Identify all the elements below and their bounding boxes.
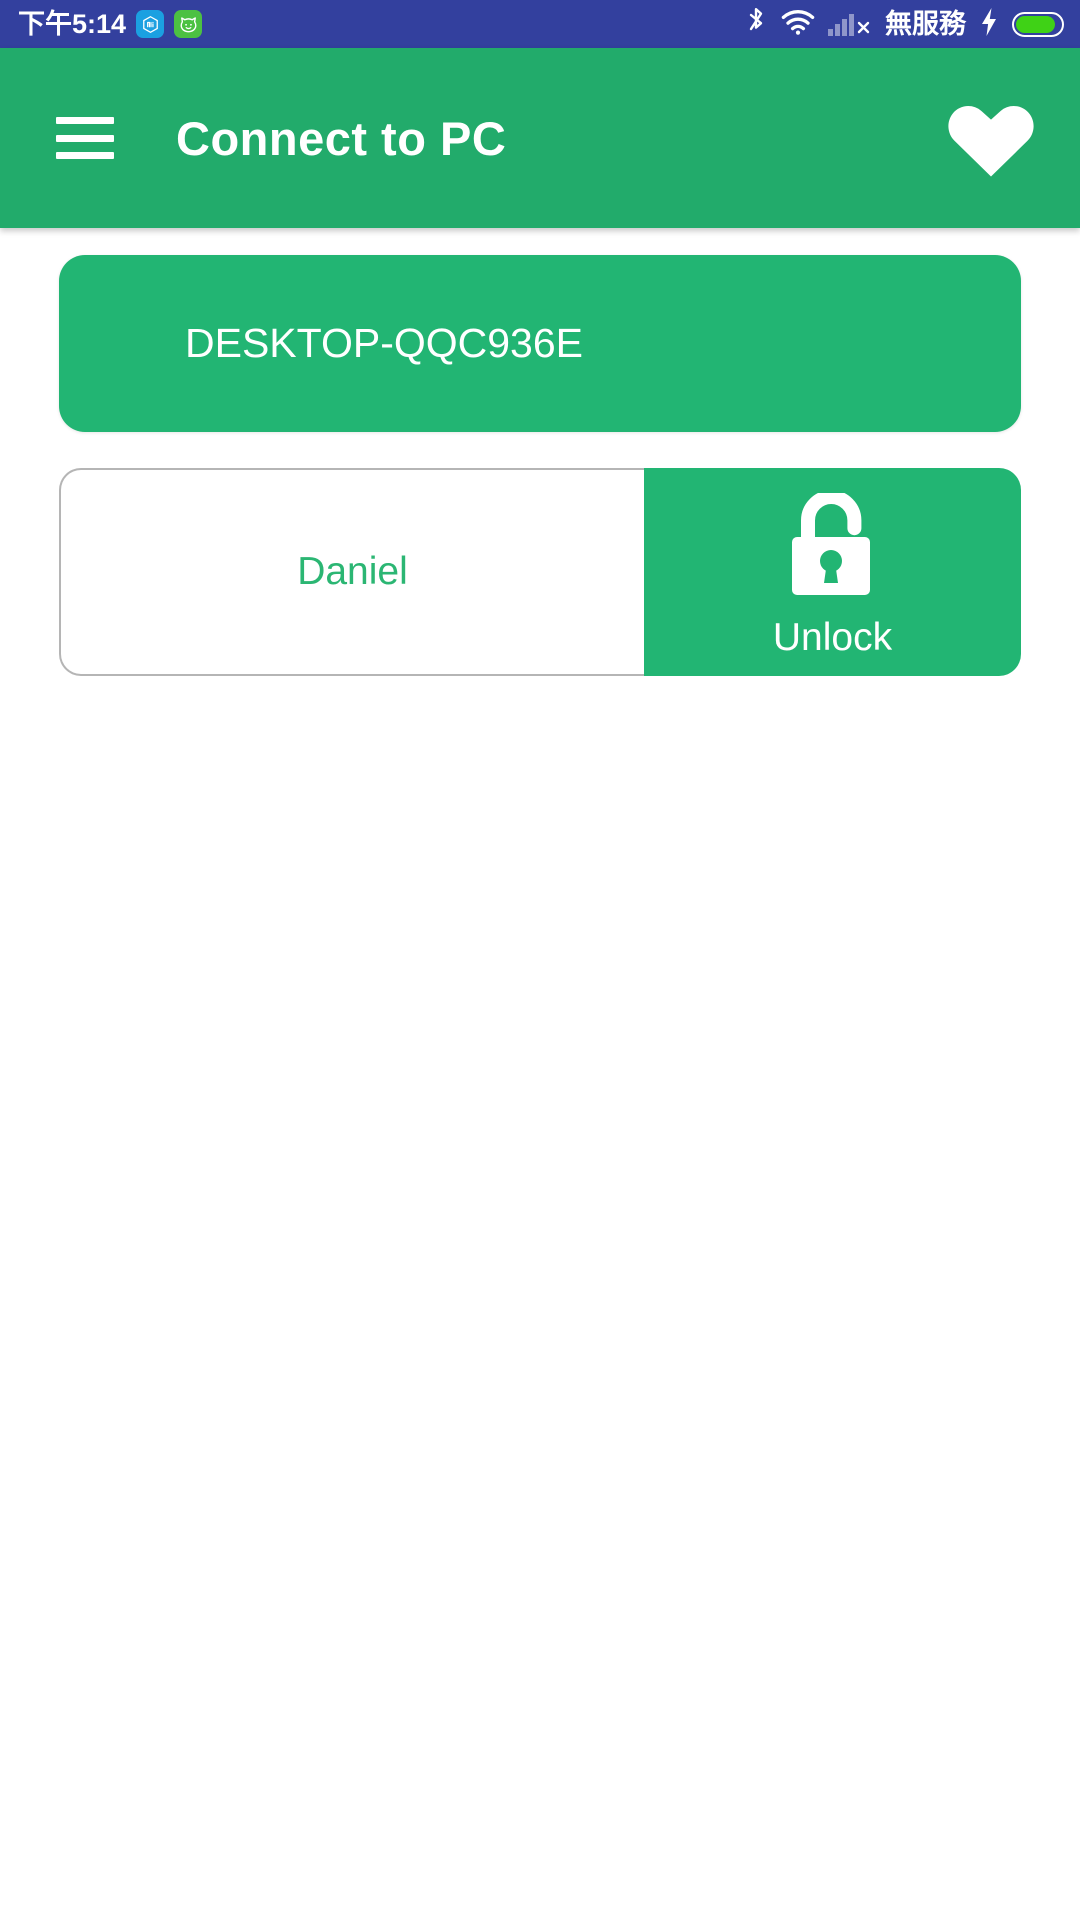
user-name-field[interactable]: Daniel [59,468,644,676]
status-bar-left: 下午5:14 [18,8,203,39]
menu-line-1 [56,117,114,124]
unlock-padlock-icon [778,489,888,604]
carrier-status-label: 無服務 [885,8,966,39]
app-bar: Connect to PC [0,48,1080,228]
pc-device-card[interactable]: DESKTOP-QQC936E [59,255,1021,432]
status-bar-right: 無服務 [744,6,1064,43]
battery-icon [1012,11,1064,37]
battery-fill [1016,15,1055,33]
cat-app-icon [174,10,203,38]
cellular-signal-off-icon [828,10,872,38]
app-screen: 下午5:14 無服務 Connect to PC DESKTOP-QQC936E… [0,0,1080,1920]
status-bar: 下午5:14 無服務 [0,0,1080,48]
heart-filled-icon [943,93,1039,184]
unlock-label: Unlock [772,615,893,659]
charging-bolt-icon [979,7,999,42]
status-clock: 下午5:14 [18,8,127,39]
user-name-label: Daniel [297,550,408,593]
page-title: Connect to PC [176,111,507,165]
menu-line-2 [56,134,114,142]
main-content: DESKTOP-QQC936E Daniel Unlock [0,228,1080,1920]
menu-line-3 [56,152,114,159]
mi-app-icon [136,10,165,38]
pc-device-name: DESKTOP-QQC936E [185,320,583,366]
unlock-button[interactable]: Unlock [644,468,1021,676]
favorite-button[interactable] [936,83,1046,193]
user-unlock-row: Daniel Unlock [59,468,1021,676]
bluetooth-icon [744,6,768,43]
hamburger-menu-icon[interactable] [56,117,114,159]
wifi-icon [781,8,815,41]
